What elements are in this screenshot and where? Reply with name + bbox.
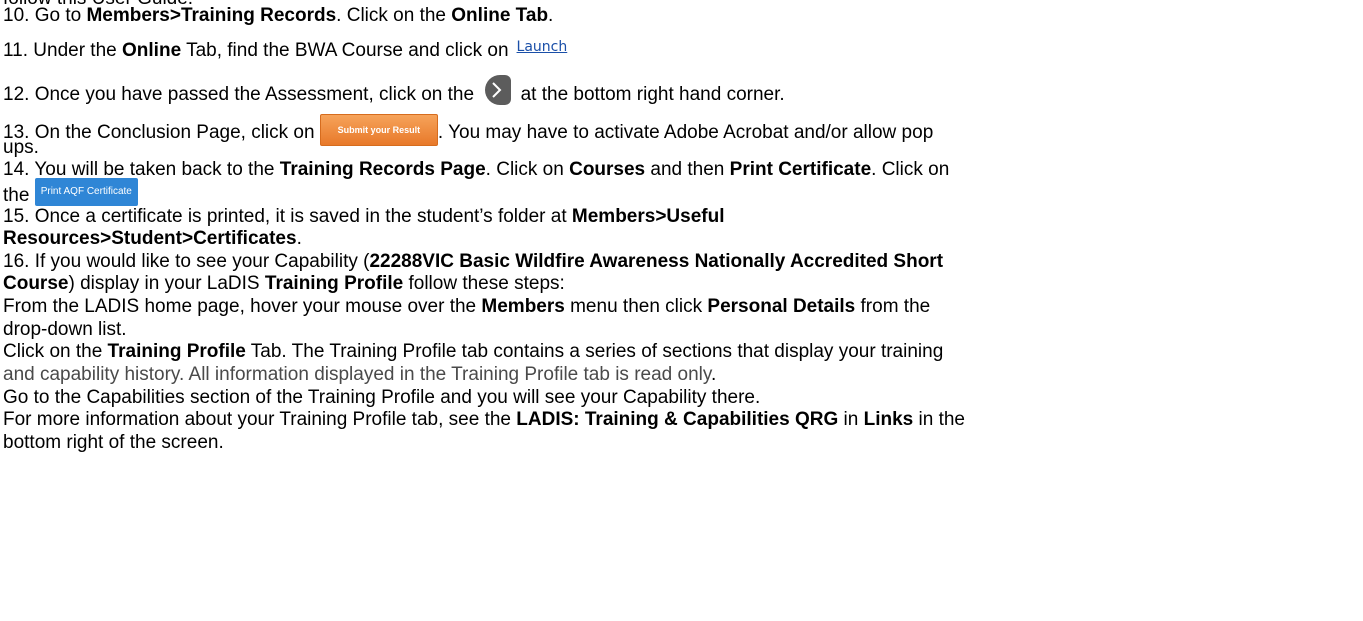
para-2-cont: and capability history. All information … xyxy=(3,364,717,385)
step-13: 13. On the Conclusion Page, click on Sub… xyxy=(3,114,933,149)
step-13-cont: ups. xyxy=(3,137,39,158)
step-12: 12. Once you have passed the Assessment,… xyxy=(3,75,785,110)
step-14: 14. You will be taken back to the Traini… xyxy=(3,159,950,180)
step-10: 10. Go to Members>Training Records. Clic… xyxy=(3,5,554,26)
print-aqf-certificate-button[interactable]: Print AQF Certificate xyxy=(34,178,138,206)
step-15: 15. Once a certificate is printed, it is… xyxy=(3,206,725,227)
para-4-cont: bottom right of the screen. xyxy=(3,432,224,453)
step-15-cont: Resources>Student>Certificates. xyxy=(3,228,302,249)
para-1: From the LADIS home page, hover your mou… xyxy=(3,296,931,317)
step-16-cont: Course) display in your LaDIS Training P… xyxy=(3,273,565,294)
para-1-cont: drop-down list. xyxy=(3,319,127,340)
para-3: Go to the Capabilities section of the Tr… xyxy=(3,387,761,408)
launch-link[interactable]: Launch xyxy=(517,39,568,55)
para-2: Click on the Training Profile Tab. The T… xyxy=(3,341,944,362)
step-11: 11. Under the Online Tab, find the BWA C… xyxy=(3,39,568,61)
para-4: For more information about your Training… xyxy=(3,409,965,430)
submit-result-button[interactable]: Submit your Result xyxy=(319,114,438,146)
step-16: 16. If you would like to see your Capabi… xyxy=(3,251,944,272)
chevron-right-icon[interactable] xyxy=(485,75,512,105)
